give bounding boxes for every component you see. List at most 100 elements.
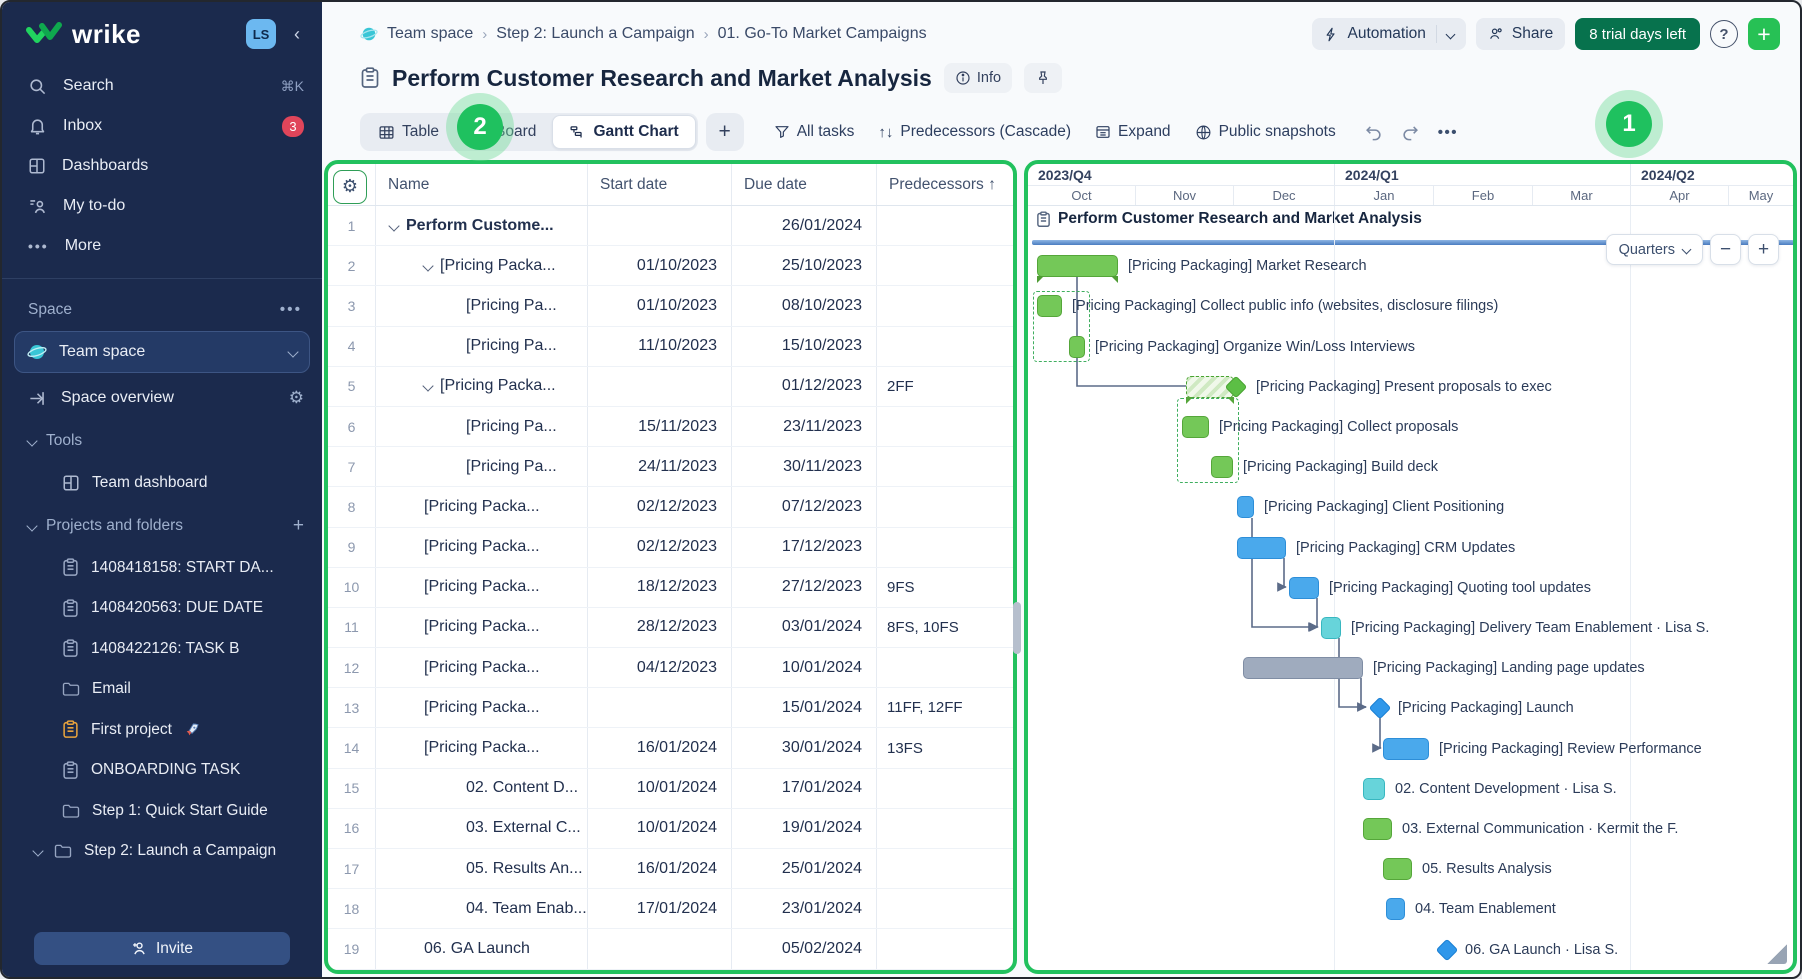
task-name-cell[interactable]: [Pricing Packa... xyxy=(376,608,588,647)
breadcrumb-campaigns[interactable]: 01. Go-To Market Campaigns xyxy=(718,25,927,43)
table-row[interactable]: 8[Pricing Packa...02/12/202307/12/2023 xyxy=(328,487,1013,527)
due-date-cell[interactable]: 23/11/2023 xyxy=(732,407,877,446)
column-header-start-date[interactable]: Start date xyxy=(588,164,732,205)
due-date-cell[interactable]: 23/01/2024 xyxy=(732,889,877,928)
start-date-cell[interactable] xyxy=(588,688,732,727)
gantt-bar[interactable] xyxy=(1237,537,1286,559)
due-date-cell[interactable]: 17/01/2024 xyxy=(732,769,877,808)
task-name-cell[interactable]: [Pricing Pa... xyxy=(376,447,588,486)
predecessors-cell[interactable] xyxy=(877,929,1013,968)
sidebar-project-item[interactable]: First project xyxy=(2,710,322,751)
start-date-cell[interactable]: 02/12/2023 xyxy=(588,487,732,526)
filter-public-snapshots[interactable]: Public snapshots xyxy=(1195,123,1336,141)
task-name-cell[interactable]: 06. GA Launch xyxy=(376,929,588,968)
zoom-in-button[interactable]: + xyxy=(1748,234,1779,265)
gantt-bar[interactable] xyxy=(1363,818,1392,840)
gantt-bar[interactable] xyxy=(1363,778,1385,800)
task-name-cell[interactable]: [Pricing Pa... xyxy=(376,286,588,325)
gantt-bar[interactable] xyxy=(1237,496,1254,518)
tab-table[interactable]: Table xyxy=(362,115,455,149)
sidebar-project-item[interactable]: 1408420563: DUE DATE xyxy=(2,588,322,629)
sidebar-item-team-space[interactable]: Team space xyxy=(14,331,310,373)
due-date-cell[interactable]: 07/12/2023 xyxy=(732,487,877,526)
due-date-cell[interactable]: 26/01/2024 xyxy=(732,206,877,245)
sidebar-item-more[interactable]: •••More xyxy=(2,226,322,266)
trial-days-button[interactable]: 8 trial days left xyxy=(1575,18,1700,50)
predecessors-cell[interactable]: 13FS xyxy=(877,728,1013,767)
gantt-bar[interactable] xyxy=(1243,657,1363,679)
redo-icon[interactable] xyxy=(1401,123,1420,142)
table-row[interactable]: 11[Pricing Packa...28/12/202303/01/20248… xyxy=(328,608,1013,648)
sidebar-item-inbox[interactable]: Inbox3 xyxy=(2,106,322,146)
due-date-cell[interactable]: 25/01/2024 xyxy=(732,849,877,888)
sidebar-project-item[interactable]: 1408418158: START DA... xyxy=(2,548,322,589)
table-row[interactable]: 1502. Content D...10/01/202417/01/2024 xyxy=(328,769,1013,809)
avatar[interactable]: LS xyxy=(246,19,276,49)
predecessors-cell[interactable] xyxy=(877,327,1013,366)
space-settings-gear-icon[interactable]: ⚙ xyxy=(289,388,304,408)
gantt-bar[interactable] xyxy=(1386,898,1405,920)
due-date-cell[interactable]: 10/01/2024 xyxy=(732,648,877,687)
start-date-cell[interactable]: 18/12/2023 xyxy=(588,568,732,607)
sidebar-item-search[interactable]: Search⌘K xyxy=(2,66,322,106)
gantt-bar[interactable] xyxy=(1037,255,1118,277)
sidebar-item-my-todo[interactable]: My to-do xyxy=(2,186,322,226)
table-row[interactable]: 1603. External C...10/01/202419/01/2024 xyxy=(328,809,1013,849)
predecessors-cell[interactable] xyxy=(877,769,1013,808)
due-date-cell[interactable]: 19/01/2024 xyxy=(732,809,877,848)
pin-button[interactable] xyxy=(1024,63,1062,93)
due-date-cell[interactable]: 15/01/2024 xyxy=(732,688,877,727)
start-date-cell[interactable]: 15/11/2023 xyxy=(588,407,732,446)
predecessors-cell[interactable]: 11FF, 12FF xyxy=(877,688,1013,727)
predecessors-cell[interactable] xyxy=(877,528,1013,567)
table-row[interactable]: 2[Pricing Packa...01/10/202325/10/2023 xyxy=(328,246,1013,286)
due-date-cell[interactable]: 25/10/2023 xyxy=(732,246,877,285)
start-date-cell[interactable]: 24/11/2023 xyxy=(588,447,732,486)
due-date-cell[interactable]: 08/10/2023 xyxy=(732,286,877,325)
due-date-cell[interactable]: 27/12/2023 xyxy=(732,568,877,607)
predecessors-cell[interactable] xyxy=(877,246,1013,285)
sidebar-section-tools[interactable]: Tools xyxy=(2,419,322,463)
chevron-down-icon[interactable] xyxy=(388,220,399,231)
predecessors-cell[interactable] xyxy=(877,648,1013,687)
predecessors-cell[interactable] xyxy=(877,809,1013,848)
start-date-cell[interactable]: 01/10/2023 xyxy=(588,246,732,285)
info-button[interactable]: Info xyxy=(944,63,1012,93)
filter-all-tasks[interactable]: All tasks xyxy=(774,123,855,141)
gantt-bar[interactable] xyxy=(1383,738,1429,760)
gantt-bar[interactable] xyxy=(1211,456,1233,478)
task-name-cell[interactable]: [Pricing Packa... xyxy=(376,688,588,727)
due-date-cell[interactable]: 30/01/2024 xyxy=(732,728,877,767)
sidebar-item-space-overview[interactable]: Space overview ⚙ xyxy=(2,377,322,419)
gantt-bar[interactable] xyxy=(1321,617,1341,639)
due-date-cell[interactable]: 01/12/2023 xyxy=(732,367,877,406)
chevron-down-icon[interactable] xyxy=(422,381,433,392)
predecessors-cell[interactable]: 8FS, 10FS xyxy=(877,608,1013,647)
table-row[interactable]: 3[Pricing Pa...01/10/202308/10/2023 xyxy=(328,286,1013,326)
breadcrumb-step2[interactable]: Step 2: Launch a Campaign xyxy=(496,25,694,43)
predecessors-cell[interactable] xyxy=(877,849,1013,888)
task-name-cell[interactable]: [Pricing Packa... xyxy=(376,367,588,406)
resize-gripper[interactable] xyxy=(1765,942,1787,964)
automation-button[interactable]: Automation xyxy=(1312,18,1465,50)
sidebar-project-item[interactable]: 1408422126: TASK B xyxy=(2,629,322,670)
gantt-bar[interactable] xyxy=(1182,416,1209,438)
table-row[interactable]: 13[Pricing Packa...15/01/202411FF, 12FF xyxy=(328,688,1013,728)
due-date-cell[interactable]: 30/11/2023 xyxy=(732,447,877,486)
sidebar-project-item[interactable]: ONBOARDING TASK xyxy=(2,750,322,791)
start-date-cell[interactable] xyxy=(588,206,732,245)
start-date-cell[interactable] xyxy=(588,367,732,406)
task-name-cell[interactable]: 04. Team Enab... xyxy=(376,889,588,928)
task-name-cell[interactable]: Perform Custome... xyxy=(376,206,588,245)
start-date-cell[interactable]: 17/01/2024 xyxy=(588,889,732,928)
predecessors-cell[interactable] xyxy=(877,286,1013,325)
create-button[interactable]: + xyxy=(1748,18,1780,50)
undo-icon[interactable] xyxy=(1364,123,1383,142)
sidebar-project-item[interactable]: Email xyxy=(2,669,322,710)
sidebar-collapse-icon[interactable]: ‹ xyxy=(286,23,308,45)
start-date-cell[interactable]: 10/01/2024 xyxy=(588,769,732,808)
breadcrumb-team-space[interactable]: Team space xyxy=(387,25,473,43)
task-name-cell[interactable]: [Pricing Packa... xyxy=(376,728,588,767)
task-name-cell[interactable]: 05. Results An... xyxy=(376,849,588,888)
filter-predecessors-cascade-[interactable]: ↑↓Predecessors (Cascade) xyxy=(878,123,1071,141)
